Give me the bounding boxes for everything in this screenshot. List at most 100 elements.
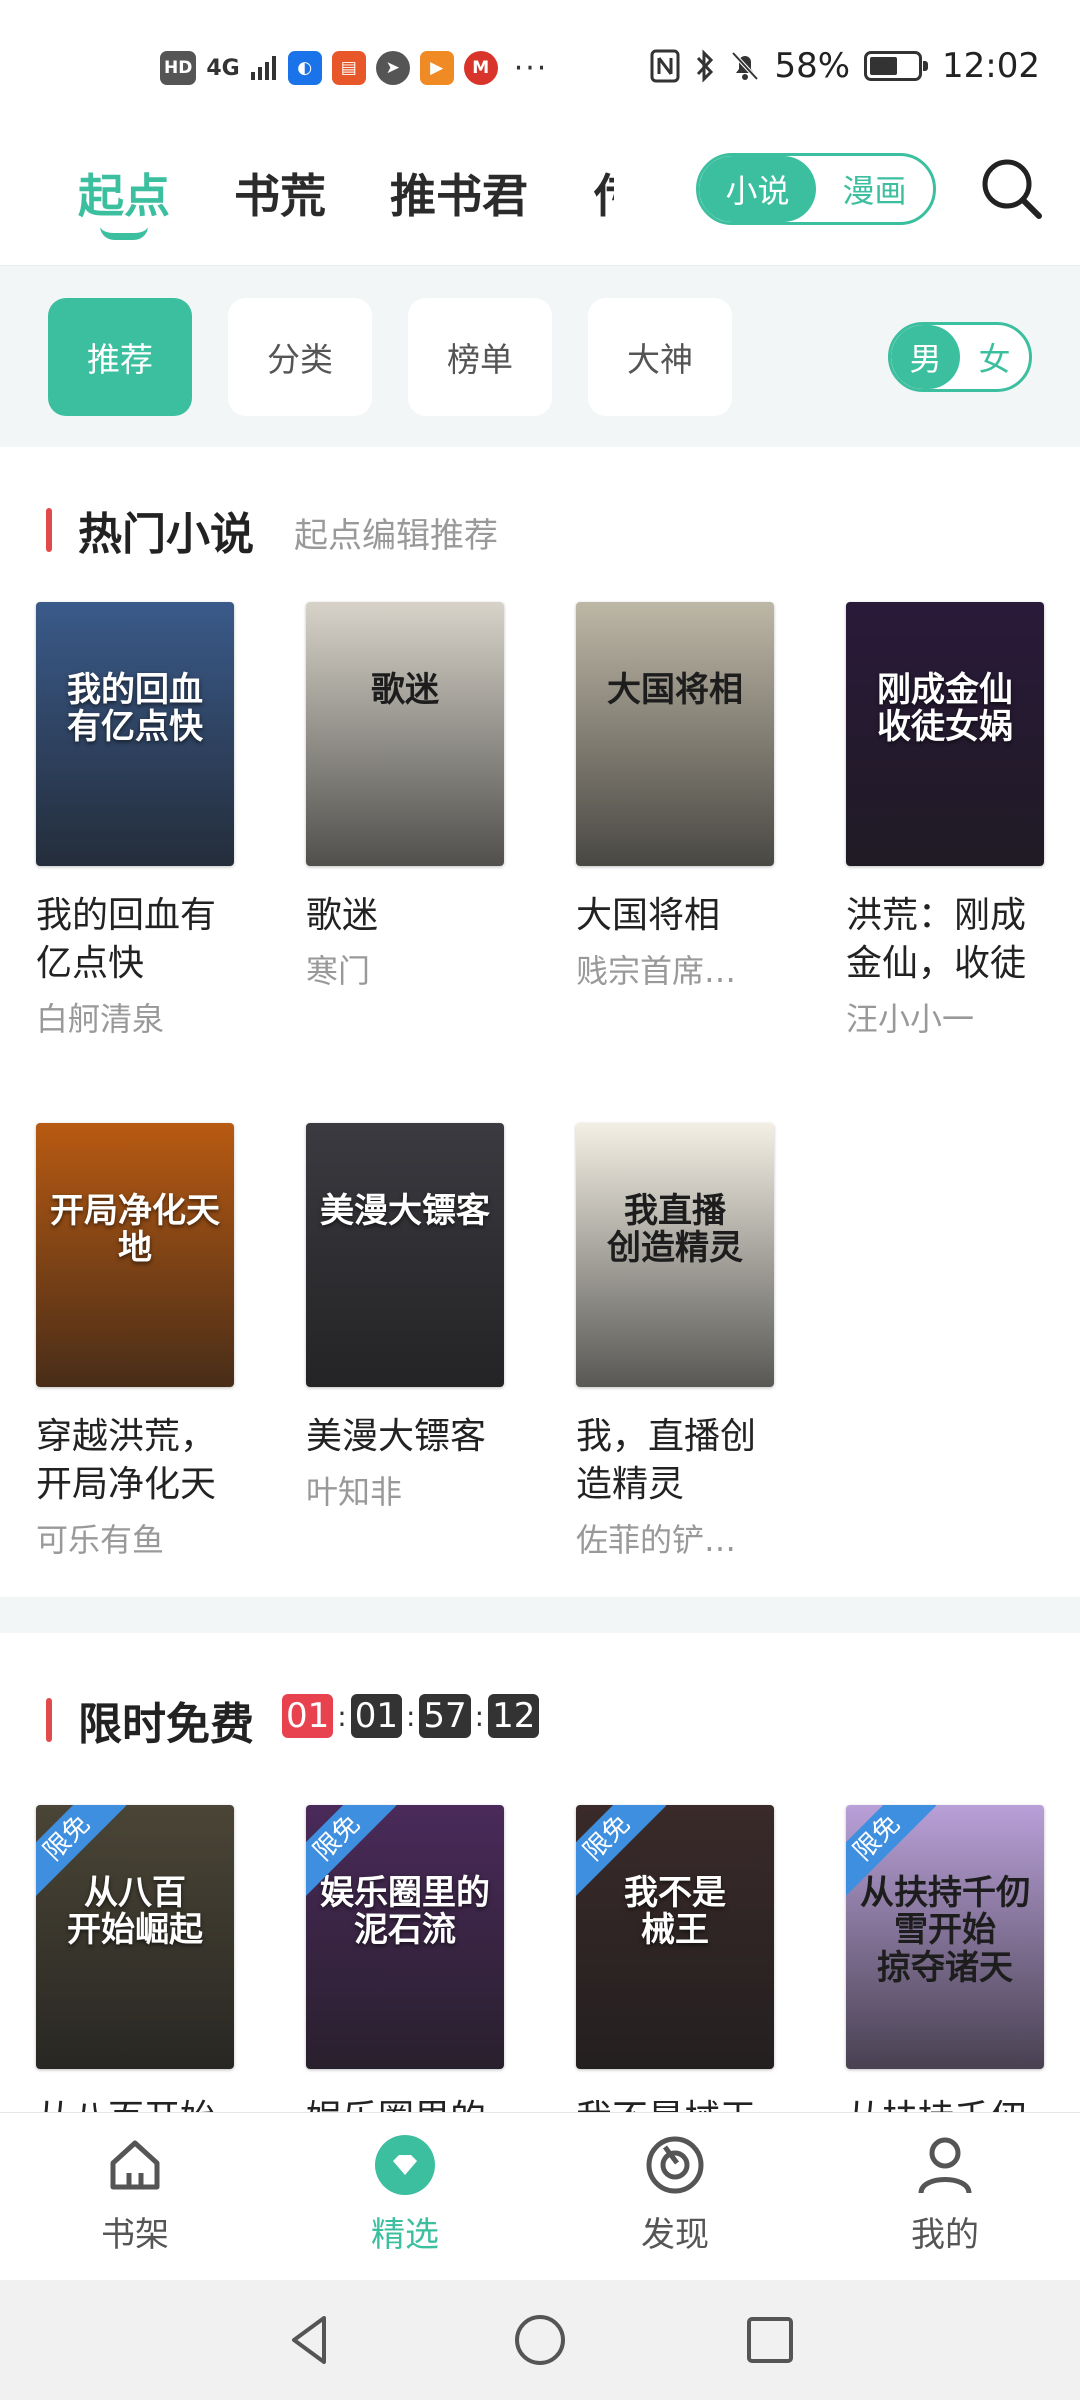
chip-recommend[interactable]: 推荐 bbox=[48, 298, 192, 416]
nav-discover[interactable]: 发现 bbox=[585, 2133, 765, 2256]
nfc-icon bbox=[650, 49, 680, 83]
book-author: 白舸清泉 bbox=[36, 1000, 165, 1038]
section-title: 限时免费 bbox=[78, 1699, 254, 1750]
network-icon: 4G bbox=[206, 55, 240, 81]
book-card[interactable]: 开局净化天地穿越洪荒，开局净化天可乐有鱼 bbox=[36, 1123, 234, 1561]
book-title: 穿越洪荒，开局净化天 bbox=[36, 1416, 217, 1505]
mute-bell-icon bbox=[731, 51, 759, 81]
book-card[interactable]: 我直播 创造精灵 我，直播创造精灵 佐菲的铲… bbox=[576, 1123, 774, 1561]
home-icon bbox=[110, 2140, 160, 2190]
book-cover[interactable]: 歌迷 bbox=[306, 602, 504, 866]
book-author: 汪小小一 bbox=[846, 1000, 975, 1038]
tab-shuhuang[interactable]: 书荒 bbox=[234, 160, 326, 226]
app-notification-icon: ▤ bbox=[331, 51, 366, 85]
book-cover[interactable]: 从八百 开始崛起 限免 bbox=[36, 1805, 234, 2069]
app-notification-icon: ▶ bbox=[419, 51, 454, 85]
filter-bar: 推荐 分类 榜单 大神 男 女 bbox=[0, 265, 1080, 447]
section-title: 热门小说 bbox=[78, 509, 254, 560]
content-type-toggle[interactable]: 小说 漫画 bbox=[696, 153, 936, 225]
book-cover[interactable]: 从扶持千仞雪开始 掠夺诸天 限免 bbox=[846, 1805, 1044, 2069]
section-accent-bar bbox=[46, 1698, 52, 1742]
book-title: 我的回血有亿点快 bbox=[36, 895, 217, 984]
diamond-icon bbox=[375, 2135, 435, 2195]
system-navigation-bar bbox=[0, 2280, 1080, 2400]
status-bar: HD 4G ◐ ▤ ➤ ▶ M ··· 58% 12:02 bbox=[0, 0, 1080, 130]
home-circle-icon[interactable] bbox=[510, 2310, 570, 2370]
book-title: 美漫大镖客 bbox=[306, 1416, 487, 1457]
book-title: 我，直播创造精灵 bbox=[576, 1416, 757, 1505]
person-icon bbox=[918, 2137, 972, 2194]
toggle-female[interactable]: 女 bbox=[960, 325, 1029, 389]
book-card[interactable]: 从八百 开始崛起限免从八百开始 bbox=[36, 1805, 234, 2143]
book-cover[interactable]: 开局净化天地 bbox=[36, 1123, 234, 1387]
book-cover[interactable]: 我不是 械王 限免 bbox=[576, 1805, 774, 2069]
book-title: 歌迷 bbox=[306, 895, 379, 936]
battery-level bbox=[870, 57, 898, 75]
book-author: 可乐有鱼 bbox=[36, 1521, 165, 1559]
book-title: 洪荒：刚成金仙，收徒 bbox=[846, 895, 1027, 984]
book-cover[interactable]: 美漫大镖客 bbox=[306, 1123, 504, 1387]
bottom-navigation: 书架 精选 发现 我的 bbox=[0, 2112, 1080, 2280]
search-icon[interactable] bbox=[978, 155, 1044, 221]
nav-label: 发现 bbox=[641, 2215, 709, 2255]
book-card[interactable]: 大国将相 大国将相 贱宗首席… bbox=[576, 602, 774, 992]
book-cover[interactable]: 刚成金仙 收徒女娲 bbox=[846, 602, 1044, 866]
battery-icon bbox=[864, 51, 929, 81]
book-card[interactable]: 娱乐圈里的 泥石流限免娱乐圈里的 bbox=[306, 1805, 504, 2143]
recents-icon[interactable] bbox=[740, 2310, 800, 2370]
free-section-header: 限时免费 01 : 01 : 57 : 12 bbox=[0, 1680, 1080, 1760]
nav-label: 书架 bbox=[101, 2215, 169, 2255]
nav-label: 精选 bbox=[371, 2215, 439, 2255]
app-notification-icon: ◐ bbox=[287, 51, 322, 85]
timer-hours: 01 bbox=[350, 1694, 402, 1738]
tab-partial[interactable]: 传 bbox=[594, 160, 614, 220]
status-icons-left: HD 4G ◐ ▤ ➤ ▶ M ··· bbox=[160, 48, 548, 88]
section-subtitle: 起点编辑推荐 bbox=[294, 516, 498, 556]
book-card[interactable]: 从扶持千仞雪开始 掠夺诸天限免从扶持千仞 bbox=[846, 1805, 1044, 2143]
top-navigation: 起点 书荒 推书君 传 小说 漫画 bbox=[0, 130, 1080, 265]
toggle-novel[interactable]: 小说 bbox=[699, 156, 816, 222]
active-tab-indicator bbox=[100, 226, 148, 240]
nav-bookshelf[interactable]: 书架 bbox=[45, 2133, 225, 2256]
book-cover[interactable]: 娱乐圈里的 泥石流 限免 bbox=[306, 1805, 504, 2069]
chip-category[interactable]: 分类 bbox=[228, 298, 372, 416]
tab-qidian[interactable]: 起点 bbox=[78, 160, 170, 226]
nav-featured[interactable]: 精选 bbox=[315, 2133, 495, 2256]
book-author: 贱宗首席… bbox=[576, 952, 737, 990]
book-card[interactable]: 我的回血 有亿点快我的回血有亿点快白舸清泉 bbox=[36, 602, 234, 1040]
hd-icon: HD bbox=[160, 51, 197, 85]
book-card[interactable]: 我不是 械王限免我不是械王 bbox=[576, 1805, 774, 2143]
cover-title: 娱乐圈里的 泥石流 bbox=[320, 1873, 490, 1951]
bluetooth-icon bbox=[697, 49, 714, 83]
tab-tuishujun[interactable]: 推书君 bbox=[390, 160, 528, 226]
toggle-male[interactable]: 男 bbox=[891, 325, 960, 389]
app-notification-icon: M bbox=[463, 51, 498, 85]
section-accent-bar bbox=[46, 508, 52, 552]
chip-ranking[interactable]: 榜单 bbox=[408, 298, 552, 416]
timer-days: 01 bbox=[282, 1694, 334, 1738]
book-author: 叶知非 bbox=[306, 1473, 403, 1511]
clock: 12:02 bbox=[942, 46, 1040, 86]
book-author: 寒门 bbox=[306, 952, 371, 990]
status-icons-right: 58% 12:02 bbox=[650, 44, 1040, 88]
timer-seconds: 12 bbox=[488, 1694, 540, 1738]
gender-toggle[interactable]: 男 女 bbox=[888, 322, 1032, 392]
cover-title: 我的回血 有亿点快 bbox=[67, 670, 203, 748]
book-cover[interactable]: 我的回血 有亿点快 bbox=[36, 602, 234, 866]
hot-section-header: 热门小说 起点编辑推荐 bbox=[0, 490, 1080, 570]
book-card[interactable]: 美漫大镖客 美漫大镖客 叶知非 bbox=[306, 1123, 504, 1513]
book-cover[interactable]: 我直播 创造精灵 bbox=[576, 1123, 774, 1387]
cover-title: 刚成金仙 收徒女娲 bbox=[877, 670, 1013, 748]
cover-title: 开局净化天地 bbox=[50, 1191, 220, 1269]
back-icon[interactable] bbox=[280, 2310, 340, 2370]
timer-minutes: 57 bbox=[419, 1694, 471, 1738]
nav-profile[interactable]: 我的 bbox=[855, 2133, 1035, 2256]
toggle-comic[interactable]: 漫画 bbox=[816, 156, 933, 222]
book-card[interactable]: 歌迷 歌迷 寒门 bbox=[306, 602, 504, 992]
cover-title: 大国将相 bbox=[607, 670, 743, 710]
cover-title: 美漫大镖客 bbox=[320, 1191, 490, 1231]
chip-top-authors[interactable]: 大神 bbox=[588, 298, 732, 416]
cover-title: 我直播 创造精灵 bbox=[607, 1191, 743, 1269]
book-card[interactable]: 刚成金仙 收徒女娲洪荒：刚成金仙，收徒汪小小一 bbox=[846, 602, 1044, 1040]
book-cover[interactable]: 大国将相 bbox=[576, 602, 774, 866]
